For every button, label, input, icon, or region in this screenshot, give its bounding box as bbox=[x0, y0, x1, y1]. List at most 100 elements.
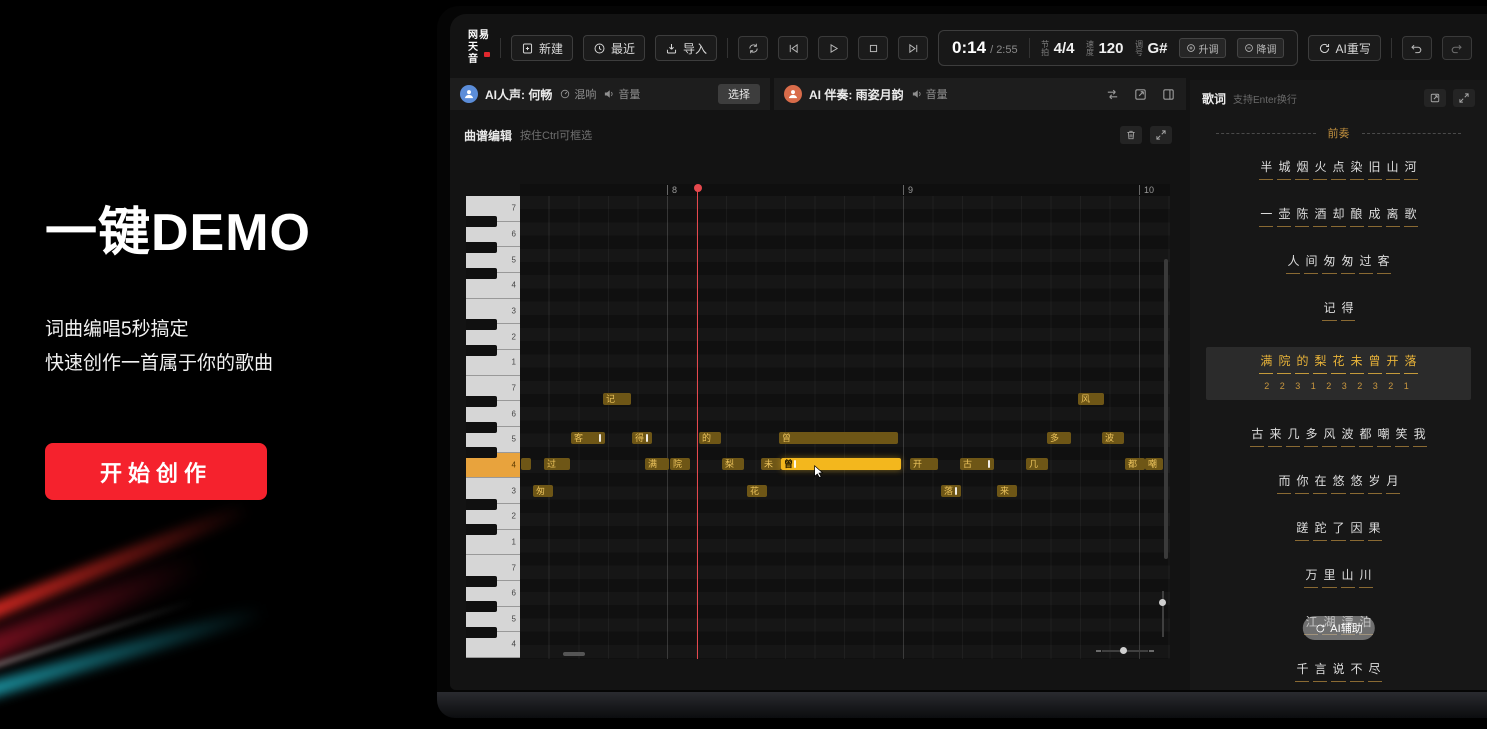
note-block[interactable]: 的 bbox=[699, 432, 721, 444]
redo-button[interactable] bbox=[1442, 36, 1472, 60]
lyric-line[interactable]: 记得 bbox=[1190, 300, 1487, 321]
lyric-line[interactable]: 古来几多风波都嘲笑我 bbox=[1190, 426, 1487, 447]
reverb-control[interactable]: 混响 bbox=[559, 86, 596, 102]
note-block[interactable]: 曾 bbox=[779, 432, 898, 444]
note-block[interactable]: 梨 bbox=[722, 458, 744, 470]
note-block[interactable]: 花 bbox=[747, 485, 767, 497]
ai-rewrite-icon bbox=[1318, 42, 1331, 55]
recent-button[interactable]: 最近 bbox=[583, 35, 645, 61]
lyric-line[interactable]: 而你在悠悠岁月 bbox=[1190, 473, 1487, 494]
note-block[interactable]: 都 bbox=[1125, 458, 1145, 470]
lyric-char: 记 bbox=[1322, 300, 1336, 321]
horizontal-scrollbar[interactable] bbox=[563, 652, 585, 656]
piano-key-black[interactable] bbox=[466, 499, 497, 510]
piano-key-black[interactable] bbox=[466, 396, 497, 407]
play-button[interactable] bbox=[818, 36, 848, 60]
select-voice-button[interactable]: 选择 bbox=[718, 84, 760, 104]
new-button[interactable]: 新建 bbox=[511, 35, 573, 61]
playhead[interactable] bbox=[697, 186, 698, 659]
swap-icon[interactable] bbox=[1105, 87, 1120, 102]
note-block[interactable]: 过 bbox=[544, 458, 570, 470]
lyric-line[interactable]: 满院的梨花未曾开落2 2 3 1 2 3 2 3 2 1 bbox=[1206, 347, 1471, 400]
undo-button[interactable] bbox=[1402, 36, 1432, 60]
piano-key-black[interactable] bbox=[466, 345, 497, 356]
zoom-handle[interactable] bbox=[1120, 647, 1127, 654]
playhead-knob[interactable] bbox=[694, 184, 702, 192]
lyric-char: 古 bbox=[1250, 426, 1264, 447]
lower-key-button[interactable]: 降调 bbox=[1237, 38, 1284, 58]
piano-key-black[interactable] bbox=[466, 601, 497, 612]
loop-icon bbox=[747, 42, 760, 55]
lyric-line[interactable]: 一壶陈酒却酿成离歌 bbox=[1190, 206, 1487, 227]
import-button[interactable]: 导入 bbox=[655, 35, 717, 61]
lyric-line[interactable]: 千言说不尽 bbox=[1190, 661, 1487, 682]
lyric-line[interactable]: 半城烟火点染旧山河 bbox=[1190, 159, 1487, 180]
laptop-base bbox=[437, 692, 1487, 718]
loop-button[interactable] bbox=[738, 36, 768, 60]
note-block[interactable]: 风 bbox=[1078, 393, 1104, 405]
skip-start-button[interactable] bbox=[778, 36, 808, 60]
lyric-line[interactable]: 蹉跎了因果 bbox=[1190, 520, 1487, 541]
lyric-note-numbers: 2 2 3 1 2 3 2 3 2 1 bbox=[1206, 378, 1471, 395]
lyric-line[interactable]: 人间匆匆过客 bbox=[1190, 253, 1487, 274]
vertical-zoom-slider[interactable] bbox=[1158, 585, 1167, 643]
lyric-char: 间 bbox=[1304, 253, 1318, 274]
zoom-handle[interactable] bbox=[1159, 599, 1166, 606]
export-panel-icon bbox=[1429, 92, 1441, 104]
piano-key-black[interactable] bbox=[466, 627, 497, 638]
note-block[interactable]: 未 bbox=[761, 458, 781, 470]
piano-keys: 765432176543217654 bbox=[466, 196, 520, 658]
note-block[interactable]: 得 bbox=[632, 432, 652, 444]
vertical-scrollbar[interactable] bbox=[1164, 259, 1168, 559]
note-block[interactable]: 几 bbox=[1026, 458, 1048, 470]
lyric-char: 在 bbox=[1313, 473, 1327, 494]
vocal-avatar bbox=[460, 85, 478, 103]
note-lyric-char: 满 bbox=[648, 459, 657, 469]
lyric-line[interactable]: 万里山川 bbox=[1190, 567, 1487, 588]
horizontal-zoom-slider[interactable] bbox=[1096, 646, 1154, 655]
expand-editor-button[interactable] bbox=[1150, 126, 1172, 144]
ai-assist-button[interactable]: AI辅助 bbox=[1302, 616, 1374, 640]
note-block[interactable]: 记 bbox=[603, 393, 631, 405]
note-block[interactable]: 开 bbox=[910, 458, 938, 470]
key-degree-label: 4 bbox=[512, 460, 516, 469]
note-block[interactable] bbox=[521, 458, 531, 470]
note-grid[interactable]: 8910 记风客得的曾多波过满院梨未曾开古几都嘲匆花落来 bbox=[520, 184, 1170, 659]
note-block[interactable]: 满 bbox=[645, 458, 669, 470]
lyric-char: 点 bbox=[1331, 159, 1345, 180]
ai-rewrite-button[interactable]: AI重写 bbox=[1308, 35, 1381, 61]
raise-key-button[interactable]: 升调 bbox=[1179, 38, 1226, 58]
lyric-char: 川 bbox=[1359, 567, 1373, 588]
lyrics-export-button[interactable] bbox=[1424, 89, 1446, 107]
piano-key-black[interactable] bbox=[466, 524, 497, 535]
lyrics-expand-button[interactable] bbox=[1453, 89, 1475, 107]
delete-note-button[interactable] bbox=[1120, 126, 1142, 144]
piano-key-black[interactable] bbox=[466, 319, 497, 330]
piano-key-black[interactable] bbox=[466, 242, 497, 253]
note-block[interactable]: 波 bbox=[1102, 432, 1124, 444]
note-block[interactable]: 来 bbox=[997, 485, 1017, 497]
page: 一键DEMO 词曲编唱5秒搞定 快速创作一首属于你的歌曲 开始创作 网易 天音 … bbox=[0, 0, 1487, 729]
note-block[interactable]: 落 bbox=[941, 485, 961, 497]
side-panel-icon[interactable] bbox=[1161, 87, 1176, 102]
note-block[interactable]: 院 bbox=[670, 458, 690, 470]
piano-key-black[interactable] bbox=[466, 216, 497, 227]
vocal-volume-control[interactable]: 音量 bbox=[603, 86, 640, 102]
skip-end-button[interactable] bbox=[898, 36, 928, 60]
note-block[interactable]: 匆 bbox=[533, 485, 553, 497]
piano-key-black[interactable] bbox=[466, 576, 497, 587]
export-panel-icon[interactable] bbox=[1133, 87, 1148, 102]
piano-key-black[interactable] bbox=[466, 422, 497, 433]
piano-key-black[interactable] bbox=[466, 268, 497, 279]
note-block[interactable]: 古 bbox=[960, 458, 994, 470]
key-degree-label: 2 bbox=[512, 512, 516, 521]
accompaniment-volume-control[interactable]: 音量 bbox=[911, 86, 948, 102]
note-block[interactable]: 多 bbox=[1047, 432, 1071, 444]
note-block[interactable]: 嘲 bbox=[1145, 458, 1163, 470]
recent-clock-icon bbox=[593, 42, 606, 55]
note-block[interactable]: 客 bbox=[571, 432, 605, 444]
piano-key-black[interactable] bbox=[466, 447, 497, 458]
start-create-button[interactable]: 开始创作 bbox=[45, 443, 267, 500]
stop-button[interactable] bbox=[858, 36, 888, 60]
note-block[interactable]: 曾 bbox=[781, 458, 901, 470]
